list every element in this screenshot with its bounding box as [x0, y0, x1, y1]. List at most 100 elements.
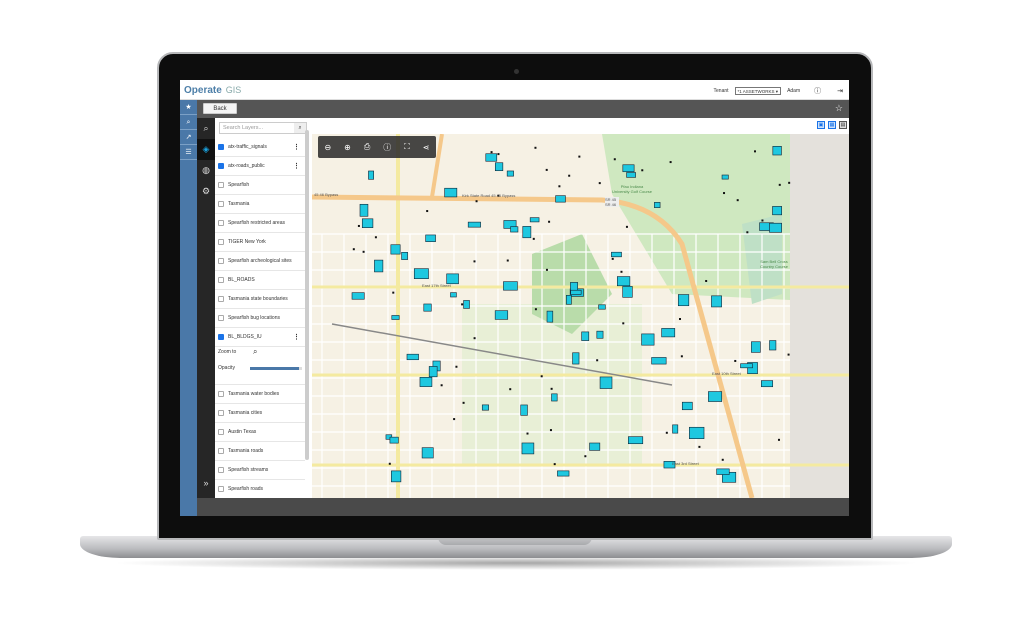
layer-menu-icon[interactable]: ⋮ — [293, 333, 300, 341]
building[interactable] — [368, 171, 373, 179]
building[interactable] — [495, 311, 508, 320]
building[interactable] — [482, 405, 488, 410]
layer-checkbox[interactable] — [218, 391, 224, 397]
layer-row[interactable]: Tasmania cities — [215, 404, 305, 423]
favorites-icon[interactable]: ★ — [180, 100, 197, 115]
building[interactable] — [503, 282, 517, 291]
building[interactable] — [597, 331, 603, 338]
layer-checkbox[interactable] — [218, 182, 224, 188]
list-icon[interactable]: ☰ — [180, 145, 197, 160]
building[interactable] — [362, 219, 373, 228]
building[interactable] — [751, 342, 760, 353]
layer-row[interactable]: Austin Texas — [215, 423, 305, 442]
building[interactable] — [507, 260, 509, 262]
building[interactable] — [523, 226, 531, 237]
search-tool-icon[interactable]: ⌕ — [197, 118, 215, 139]
building[interactable] — [788, 354, 790, 356]
building[interactable] — [654, 202, 660, 207]
opacity-slider[interactable] — [250, 367, 302, 370]
building[interactable] — [530, 218, 539, 222]
building[interactable] — [571, 290, 581, 294]
layer-row[interactable]: Spearfish streams — [215, 461, 305, 480]
zoom-out-icon[interactable]: ⊖ — [324, 143, 331, 152]
building[interactable] — [754, 150, 756, 152]
layer-checkbox[interactable] — [218, 410, 224, 416]
building[interactable] — [392, 315, 399, 319]
building[interactable] — [429, 366, 437, 376]
print-icon[interactable]: ⎙ — [364, 142, 370, 152]
building[interactable] — [599, 182, 601, 184]
layer-row[interactable]: Tasmania — [215, 195, 305, 214]
layer-row[interactable]: Spearfish archeological sites — [215, 252, 305, 271]
building[interactable] — [463, 402, 465, 404]
back-button[interactable]: Back — [203, 103, 237, 114]
building[interactable] — [722, 459, 724, 461]
building[interactable] — [551, 388, 553, 390]
map-canvas[interactable] — [312, 134, 849, 498]
layer-checkbox[interactable] — [218, 296, 224, 302]
table-icon[interactable]: ▤ — [839, 121, 847, 129]
building[interactable] — [711, 296, 721, 307]
building[interactable] — [582, 332, 589, 341]
building[interactable] — [652, 357, 667, 364]
building[interactable] — [363, 251, 365, 253]
building[interactable] — [414, 269, 428, 279]
building[interactable] — [468, 222, 480, 227]
building[interactable] — [673, 425, 678, 433]
building[interactable] — [464, 300, 470, 308]
share-icon[interactable]: ⋖ — [423, 143, 430, 152]
building[interactable] — [611, 252, 621, 257]
building[interactable] — [746, 231, 748, 233]
settings-icon[interactable]: ⚙ — [197, 181, 215, 202]
building[interactable] — [679, 318, 681, 320]
building[interactable] — [535, 308, 537, 310]
building[interactable] — [584, 455, 586, 457]
building[interactable] — [546, 269, 548, 271]
building[interactable] — [556, 196, 566, 202]
building[interactable] — [682, 402, 692, 410]
building[interactable] — [552, 394, 558, 401]
building[interactable] — [773, 206, 782, 214]
building[interactable] — [717, 469, 730, 475]
building[interactable] — [455, 366, 457, 368]
building[interactable] — [568, 175, 570, 177]
layer-row[interactable]: Tasmania roads — [215, 442, 305, 461]
building[interactable] — [741, 364, 753, 368]
layers-view-icon[interactable]: ▦ — [828, 121, 836, 129]
building[interactable] — [627, 172, 636, 177]
layer-menu-icon[interactable]: ⋮ — [293, 162, 300, 170]
layer-row[interactable]: Tasmania state boundaries — [215, 290, 305, 309]
building[interactable] — [392, 292, 394, 294]
building[interactable] — [533, 238, 535, 240]
zoom-search-icon[interactable]: ⌕ — [180, 115, 197, 130]
building[interactable] — [420, 377, 432, 386]
building[interactable] — [788, 182, 790, 184]
building[interactable] — [511, 227, 518, 232]
building[interactable] — [389, 463, 391, 465]
building[interactable] — [769, 223, 781, 232]
zoom-to-icon[interactable]: ⌕ — [253, 347, 257, 357]
layer-checkbox[interactable] — [218, 429, 224, 435]
building[interactable] — [778, 439, 780, 441]
layers-icon[interactable]: ◈ — [197, 139, 215, 160]
building[interactable] — [599, 305, 606, 309]
building[interactable] — [620, 271, 622, 273]
building[interactable] — [424, 304, 432, 311]
building[interactable] — [761, 220, 763, 222]
building[interactable] — [550, 429, 552, 431]
layer-row[interactable]: BL_BLDGS_IU⋮ — [215, 328, 305, 347]
building[interactable] — [352, 293, 364, 300]
building[interactable] — [626, 226, 628, 228]
building[interactable] — [628, 437, 642, 444]
building[interactable] — [708, 392, 721, 402]
building[interactable] — [441, 384, 443, 386]
star-icon[interactable]: ☆ — [835, 103, 843, 114]
building[interactable] — [548, 221, 550, 223]
building[interactable] — [521, 405, 528, 415]
tenant-select[interactable]: *1 ASSETWORKS ▾ — [735, 87, 782, 95]
layer-row[interactable]: Tasmania water bodies — [215, 385, 305, 404]
building[interactable] — [453, 418, 455, 420]
building[interactable] — [617, 277, 630, 286]
building[interactable] — [670, 161, 672, 163]
building[interactable] — [681, 355, 683, 357]
